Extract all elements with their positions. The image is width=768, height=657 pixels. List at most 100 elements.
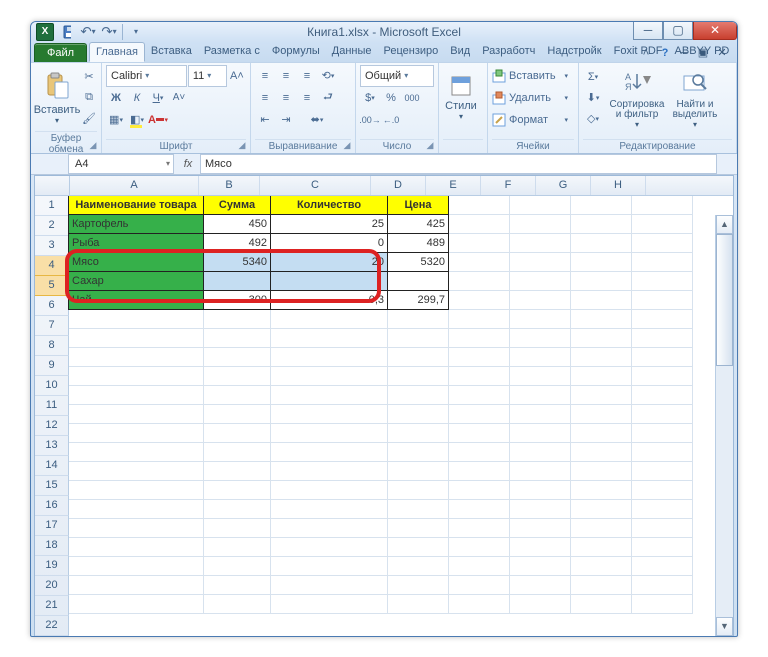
font-dialog-launcher[interactable]: ◢ [236, 139, 248, 151]
cell[interactable] [271, 348, 388, 367]
cell[interactable] [449, 405, 510, 424]
maximize-button[interactable]: ▢ [663, 22, 693, 40]
cell[interactable] [449, 310, 510, 329]
row-header[interactable]: 9 [35, 356, 69, 376]
cell[interactable] [449, 253, 510, 272]
cell[interactable] [204, 481, 271, 500]
column-header[interactable]: B [199, 176, 260, 195]
cell[interactable]: Рыба [68, 233, 204, 253]
cell[interactable] [271, 367, 388, 386]
cell[interactable] [204, 310, 271, 329]
align-middle-button[interactable]: ≡ [276, 66, 296, 86]
cell[interactable] [632, 462, 693, 481]
cell[interactable] [388, 500, 449, 519]
cell[interactable] [571, 272, 632, 291]
cell[interactable] [449, 215, 510, 234]
cell[interactable] [388, 443, 449, 462]
ribbon-tab[interactable]: Надстройк [541, 42, 607, 62]
cell[interactable] [388, 595, 449, 614]
cell[interactable] [449, 443, 510, 462]
cell[interactable] [510, 424, 571, 443]
fill-color-button[interactable]: ◧▾ [127, 110, 147, 130]
cell[interactable] [271, 500, 388, 519]
row-header[interactable]: 19 [35, 556, 69, 576]
cell[interactable] [632, 405, 693, 424]
column-header[interactable]: D [371, 176, 426, 195]
cell[interactable] [388, 557, 449, 576]
row-header[interactable]: 3 [35, 236, 69, 256]
cell[interactable] [571, 424, 632, 443]
mdi-close-icon[interactable]: ✕ [713, 45, 731, 61]
cell[interactable] [632, 291, 693, 310]
cell[interactable] [632, 538, 693, 557]
cell[interactable] [449, 196, 510, 215]
cell[interactable] [388, 424, 449, 443]
row-header[interactable]: 15 [35, 476, 69, 496]
accounting-format-button[interactable]: $▾ [360, 88, 380, 108]
vertical-scrollbar[interactable]: ▲ ▼ [715, 215, 733, 636]
format-painter-button[interactable]: 🖌 [79, 109, 99, 129]
borders-button[interactable]: ▦▾ [106, 110, 126, 130]
cell[interactable] [271, 386, 388, 405]
cut-button[interactable]: ✂ [79, 67, 99, 87]
cell[interactable]: Количество [270, 196, 388, 215]
cell[interactable] [632, 386, 693, 405]
close-button[interactable]: ✕ [693, 22, 737, 40]
cell[interactable] [271, 481, 388, 500]
align-center-button[interactable]: ≡ [276, 88, 296, 108]
cell[interactable] [69, 595, 204, 614]
cell[interactable] [69, 443, 204, 462]
name-box[interactable]: A4▾ [68, 154, 174, 174]
decrease-font-button[interactable]: A˅ [169, 88, 189, 108]
ribbon-tab[interactable]: Главная [89, 42, 145, 62]
clear-button[interactable]: ◇▾ [583, 109, 603, 129]
cell[interactable] [204, 443, 271, 462]
cell[interactable] [449, 481, 510, 500]
cell[interactable] [204, 500, 271, 519]
wrap-text-button[interactable]: ⮐ [318, 88, 338, 108]
cell[interactable] [449, 500, 510, 519]
cell[interactable] [510, 291, 571, 310]
orientation-button[interactable]: ⟲▾ [318, 66, 338, 86]
vscroll-thumb[interactable] [716, 234, 733, 366]
cell[interactable] [271, 443, 388, 462]
cell[interactable] [449, 424, 510, 443]
cell[interactable] [571, 329, 632, 348]
help-icon[interactable]: ? [656, 45, 674, 61]
cell[interactable] [69, 500, 204, 519]
row-header[interactable]: 16 [35, 496, 69, 516]
cell[interactable] [510, 462, 571, 481]
cell[interactable] [204, 424, 271, 443]
cell[interactable] [571, 538, 632, 557]
cell[interactable] [271, 595, 388, 614]
alignment-dialog-launcher[interactable]: ◢ [341, 139, 353, 151]
cell[interactable] [449, 291, 510, 310]
cell[interactable] [571, 253, 632, 272]
cell[interactable] [571, 196, 632, 215]
cell[interactable] [388, 310, 449, 329]
ribbon-tab[interactable]: Разработч [476, 42, 541, 62]
cell[interactable] [632, 310, 693, 329]
cell[interactable]: 450 [203, 214, 271, 234]
qat-save-button[interactable] [57, 22, 77, 42]
cell[interactable] [204, 519, 271, 538]
cell[interactable] [271, 519, 388, 538]
cell[interactable]: 0,3 [270, 290, 388, 310]
cell[interactable] [632, 557, 693, 576]
cell[interactable] [271, 557, 388, 576]
cell[interactable]: Картофель [68, 214, 204, 234]
cell[interactable] [271, 329, 388, 348]
cell[interactable] [69, 310, 204, 329]
row-header[interactable]: 8 [35, 336, 69, 356]
cell[interactable] [510, 329, 571, 348]
cell[interactable] [571, 500, 632, 519]
cell[interactable] [510, 253, 571, 272]
italic-button[interactable]: К [127, 88, 147, 108]
cell[interactable]: 0 [270, 233, 388, 253]
percent-button[interactable]: % [381, 88, 401, 108]
cell[interactable] [271, 310, 388, 329]
cell[interactable]: 425 [387, 214, 449, 234]
row-header[interactable]: 20 [35, 576, 69, 596]
cell[interactable] [571, 291, 632, 310]
cell[interactable] [510, 196, 571, 215]
